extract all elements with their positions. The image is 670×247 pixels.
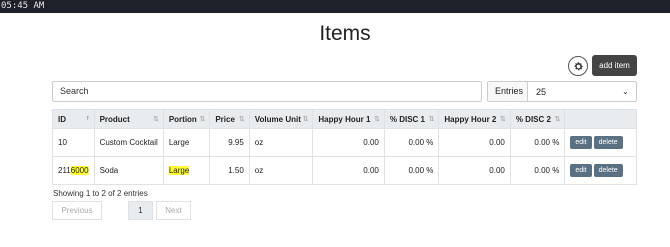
delete-button[interactable]: delete	[593, 136, 623, 149]
pagination: Previous 1 Next	[52, 201, 191, 220]
entries-info: Showing 1 to 2 of 2 entries	[53, 189, 148, 198]
entries-select[interactable]: Entries 25 ⌄	[487, 81, 637, 102]
col-disc-1[interactable]: % DISC 1 ⇅	[383, 109, 440, 129]
cell-portion: Large	[162, 156, 211, 185]
cell-disc-1: 0.00 %	[383, 128, 440, 157]
edit-button[interactable]: edit	[570, 164, 592, 177]
sort-icon: ⇅	[499, 116, 506, 123]
cell-actions: edit delete	[564, 128, 637, 157]
table-row: 2116000 Soda Large 1.50 oz 0.00 0.00 % 0…	[52, 156, 637, 185]
edit-button[interactable]: edit	[570, 136, 592, 149]
col-price[interactable]: Price ⇅	[209, 109, 250, 129]
table-row: 10 Custom Cocktail Large 9.95 oz 0.00 0.…	[52, 128, 637, 157]
cell-disc-2: 0.00 %	[509, 156, 566, 185]
cell-portion: Large	[162, 128, 211, 157]
chevron-down-icon: ⌄	[622, 87, 629, 96]
sort-icon: ⇅	[199, 116, 206, 123]
sort-icon: ⇅	[302, 116, 309, 123]
cell-happy-hour-2: 0.00	[438, 156, 511, 185]
items-table: ID ↑ Product ⇅ Portion ⇅ Price ⇅ Volume Unit…	[52, 109, 637, 185]
sort-asc-icon: ↑	[86, 115, 90, 122]
entries-label: Entries	[488, 82, 528, 101]
page-1-button[interactable]: 1	[128, 201, 153, 220]
cell-id: 10	[52, 128, 95, 157]
sort-icon: ⇅	[428, 116, 435, 123]
table-header-row: ID ↑ Product ⇅ Portion ⇅ Price ⇅ Volume Unit…	[52, 109, 637, 129]
delete-button[interactable]: delete	[593, 164, 623, 177]
cell-price: 1.50	[209, 156, 250, 185]
settings-button[interactable]	[568, 56, 588, 76]
cell-portion-text: Large	[168, 166, 190, 175]
gear-icon	[574, 61, 583, 70]
search-input[interactable]: Search	[52, 81, 482, 102]
col-disc-2[interactable]: % DISC 2 ⇅	[509, 109, 566, 129]
col-happy-hour-1[interactable]: Happy Hour 1 ⇅	[312, 109, 385, 129]
next-page-button[interactable]: Next	[156, 201, 191, 220]
clock-time: 05:45 AM	[1, 1, 45, 11]
cell-happy-hour-1: 0.00	[312, 156, 385, 185]
col-happy-hour-2[interactable]: Happy Hour 2 ⇅	[438, 109, 511, 129]
col-portion[interactable]: Portion ⇅	[162, 109, 211, 129]
cell-id-text: 2116000	[58, 166, 89, 175]
cell-product: Soda	[93, 156, 164, 185]
cell-disc-1: 0.00 %	[383, 156, 440, 185]
cell-product: Custom Cocktail	[93, 128, 164, 157]
sort-icon: ⇅	[152, 116, 159, 123]
cell-volume-unit: oz	[248, 156, 314, 185]
previous-page-button[interactable]: Previous	[52, 201, 102, 220]
cell-actions: edit delete	[564, 156, 637, 185]
sort-icon: ⇅	[374, 116, 380, 123]
col-product[interactable]: Product ⇅	[93, 109, 164, 129]
top-bar: 05:45 AM	[0, 0, 670, 13]
cell-happy-hour-2: 0.00	[438, 128, 511, 157]
cell-volume-unit: oz	[248, 128, 314, 157]
cell-disc-2: 0.00 %	[509, 128, 566, 157]
col-volume-unit[interactable]: Volume Unit ⇅	[248, 109, 314, 129]
sort-icon: ⇅	[238, 116, 245, 123]
cell-id: 2116000	[52, 156, 95, 185]
cell-id-prefix: 211	[58, 166, 71, 175]
sort-icon: ⇅	[554, 116, 561, 123]
page-title: Items	[319, 22, 371, 45]
col-id[interactable]: ID ↑	[52, 109, 95, 129]
cell-price: 9.95	[209, 128, 250, 157]
entries-value: 25	[536, 86, 547, 97]
col-actions	[564, 109, 637, 129]
add-item-button[interactable]: add item	[592, 55, 637, 76]
cell-happy-hour-1: 0.00	[312, 128, 385, 157]
cell-id-highlight: 6000	[70, 166, 89, 175]
